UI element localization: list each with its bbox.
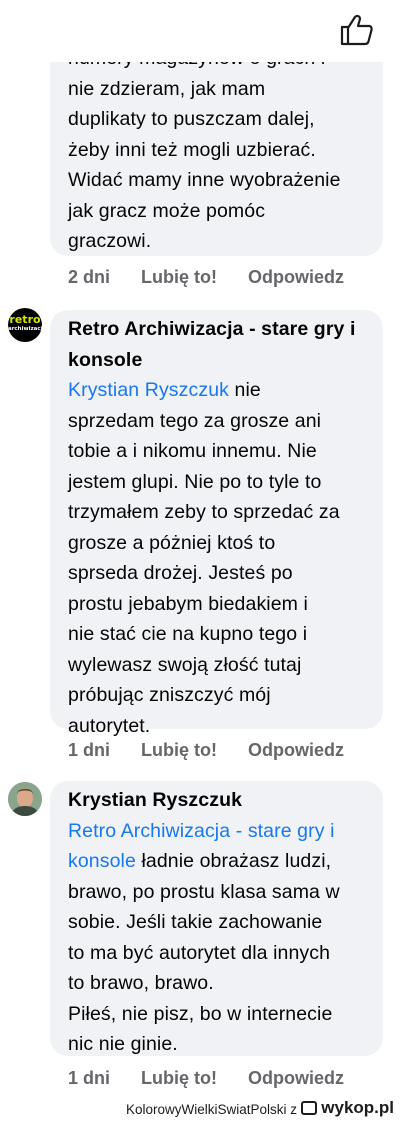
comment-text-line: Krystian Ryszczuk nie bbox=[68, 375, 371, 406]
user-photo-icon bbox=[8, 782, 42, 816]
watermark-bar: KolorowyWielkiSwiatPolski z wykop.pl bbox=[0, 1094, 400, 1122]
like-button[interactable]: Lubię to! bbox=[141, 267, 217, 288]
comment-text-line: sprzedam tego za grosze ani bbox=[68, 409, 322, 432]
comment-text-line: sobie. Jeśli takie zachowanie bbox=[68, 911, 323, 933]
comment-text: ładnie obrażasz ludzi, bbox=[135, 850, 332, 872]
comment-timestamp[interactable]: 2 dni bbox=[68, 267, 110, 288]
avatar[interactable]: retro archiwizacja bbox=[8, 308, 42, 342]
comment-text-line: żeby inni też mogli uzbierać. bbox=[68, 138, 316, 161]
like-button[interactable]: Lubię to! bbox=[141, 1068, 217, 1089]
reply-button[interactable]: Odpowiedz bbox=[248, 740, 344, 761]
comment-author[interactable]: Retro Archiwizacja - stare gry i bbox=[68, 314, 371, 345]
avatar[interactable] bbox=[8, 782, 42, 816]
comment-text-line: graczowi. bbox=[68, 230, 152, 252]
reply-button[interactable]: Odpowiedz bbox=[248, 267, 344, 288]
comment-text-line: próbując zniszczyć mój bbox=[68, 684, 271, 706]
comment-bubble: Krystian Ryszczuk Retro Archiwizacja - s… bbox=[50, 781, 383, 1056]
comment-text-line: prostu jebabym biedakiem i bbox=[68, 592, 308, 615]
comment-text-line: jak gracz może pomóc bbox=[68, 199, 266, 222]
comment-bubble: Retro Archiwizacja - stare gry i konsole… bbox=[50, 310, 383, 737]
comment-text-line: grosze a póżniej ktoś to bbox=[68, 531, 276, 554]
watermark-connector: z bbox=[290, 1102, 297, 1117]
comment-timestamp[interactable]: 1 dni bbox=[68, 1068, 110, 1089]
comment-text-line: konsole ładnie obrażasz ludzi, bbox=[68, 846, 371, 877]
watermark-site: wykop.pl bbox=[321, 1098, 394, 1117]
comment-text-line: nie stać cie na kupno tego i bbox=[68, 623, 308, 645]
comment-author[interactable]: konsole bbox=[68, 345, 371, 376]
watermark-username: KolorowyWielkiSwiatPolski bbox=[125, 1102, 287, 1117]
comment-text-line: tobie a i nikomu innemu. Nie bbox=[68, 440, 317, 462]
comment-text-line: wylewasz swoją złość tutaj bbox=[68, 653, 302, 676]
comment-text-line: jestem glupi. Nie po to tyle to bbox=[68, 470, 322, 493]
avatar-logo-subtext: archiwizacja bbox=[8, 326, 42, 332]
watermark-user: KolorowyWielkiSwiatPolski z bbox=[126, 1102, 297, 1117]
comment-text-line: to brawo, brawo. bbox=[68, 972, 214, 994]
comment-text-line: Piłeś, nie pisz, bo w internecie bbox=[68, 1002, 333, 1025]
comment-text-line: Widać mamy inne wyobrażenie bbox=[68, 169, 341, 191]
comment-author[interactable]: Krystian Ryszczuk bbox=[68, 785, 371, 816]
top-bar bbox=[0, 0, 400, 62]
avatar-logo-text: retro bbox=[9, 313, 41, 326]
mention-link[interactable]: konsole bbox=[68, 850, 136, 872]
comment-text-line: trzymałem zeby to sprzedać za bbox=[68, 501, 340, 523]
mention-link[interactable]: Krystian Ryszczuk bbox=[68, 379, 229, 401]
comment-text-line: duplikaty to puszczam dalej, bbox=[68, 108, 315, 130]
comment-text-line: nic nie ginie. bbox=[68, 1033, 178, 1055]
comment-text-line: nie zdzieram, jak mam bbox=[68, 77, 266, 100]
comment-text-line: to ma być autorytet dla innych bbox=[68, 941, 331, 964]
comment-text: nie bbox=[229, 379, 261, 401]
comment-timestamp[interactable]: 1 dni bbox=[68, 740, 110, 761]
wykop-logo-icon bbox=[301, 1101, 317, 1115]
mention-link[interactable]: Retro Archiwizacja - stare gry i bbox=[68, 816, 371, 847]
thumbs-up-icon[interactable] bbox=[340, 14, 374, 46]
comment-text-line: brawo, po prostu klasa sama w bbox=[68, 880, 340, 903]
reply-button[interactable]: Odpowiedz bbox=[248, 1068, 344, 1089]
like-button[interactable]: Lubię to! bbox=[141, 740, 217, 761]
comment-text-line: sprseda drożej. Jesteś po bbox=[68, 562, 293, 584]
comment-text-line: autorytet. bbox=[68, 714, 151, 737]
